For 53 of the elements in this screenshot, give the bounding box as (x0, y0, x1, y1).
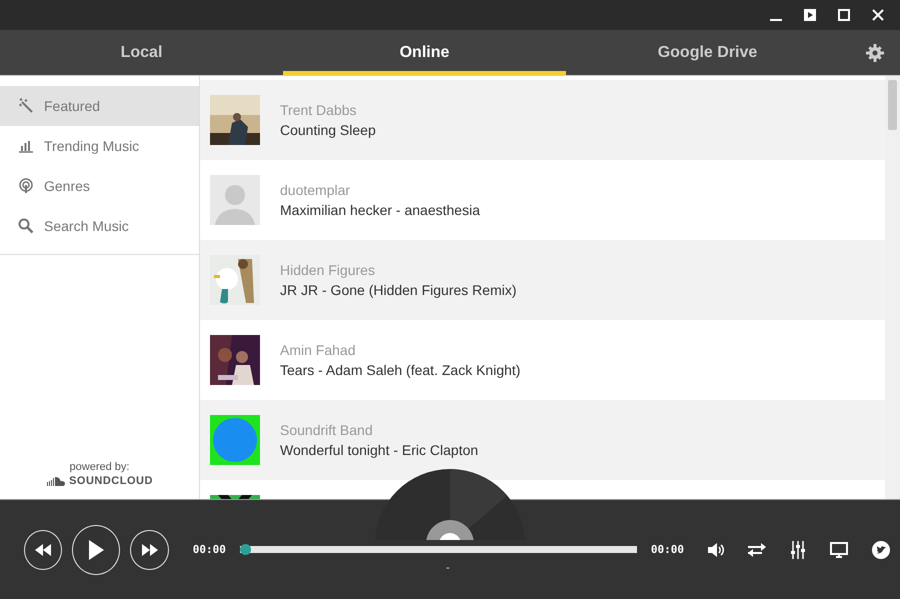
progress-slider[interactable] (240, 544, 637, 555)
repeat-icon (748, 542, 766, 556)
search-icon (18, 218, 34, 234)
fast-forward-icon (142, 544, 158, 556)
track-row[interactable]: Soundrift Band Wonderful tonight - Eric Clapton (200, 400, 885, 480)
artist-name: Trent Dabbs (280, 102, 358, 118)
track-title: Tears - Adam Saleh (feat. Zack Knight) (280, 362, 520, 378)
artist-name: Soundrift Band (280, 422, 374, 438)
sidebar-item[interactable]: Search Music (0, 206, 199, 246)
equalizer-icon (790, 540, 806, 558)
sidebar-item[interactable]: Genres (0, 166, 199, 206)
duration-time: 00:00 (650, 543, 684, 556)
screen-button[interactable] (830, 542, 848, 558)
minimize-icon (770, 19, 782, 21)
share-button[interactable] (872, 540, 890, 558)
brand-name: SOUNDCLOUD (69, 475, 153, 487)
rewind-icon (35, 544, 52, 556)
equalizer-button[interactable] (790, 540, 806, 558)
track-title: Maximilian hecker - anaesthesia (280, 202, 480, 218)
repeat-button[interactable] (748, 542, 766, 556)
play-box-icon (804, 9, 816, 21)
tab[interactable]: Google Drive (566, 30, 849, 75)
track-row[interactable]: Hidden Figures JR JR - Gone (Hidden Figures Remix) (200, 240, 885, 320)
bar-chart-icon (18, 138, 34, 154)
fast-forward-button[interactable] (130, 530, 169, 570)
close-icon (872, 9, 884, 21)
progress-thumb[interactable] (240, 544, 251, 555)
rewind-button[interactable] (24, 530, 62, 570)
track-row[interactable]: Trent Dabbs Counting Sleep (200, 80, 885, 160)
artist-name: Amin Fahad (280, 342, 356, 358)
track-title: Counting Sleep (280, 122, 376, 138)
play-icon (88, 540, 104, 560)
track-title: JR JR - Gone (Hidden Figures Remix) (280, 282, 517, 298)
now-playing-title: - (446, 562, 450, 574)
powered-by-label: powered by: (70, 461, 130, 473)
broadcast-icon (18, 178, 34, 194)
track-title: Wonderful tonight - Eric Clapton (280, 442, 478, 458)
maximize-icon (838, 9, 850, 21)
settings-icon[interactable] (866, 44, 884, 62)
scrollbar-thumb[interactable] (888, 80, 897, 130)
tab[interactable]: Local (0, 30, 283, 75)
cloud-icon (46, 476, 66, 486)
wand-icon (18, 98, 34, 114)
sidebar-item[interactable]: Trending Music (0, 126, 199, 166)
volume-icon (708, 542, 724, 556)
artist-name: duotemplar (280, 182, 352, 198)
elapsed-time: 00:00 (192, 543, 226, 556)
tab[interactable]: Online (283, 30, 566, 75)
monitor-icon (830, 542, 848, 558)
volume-button[interactable] (708, 542, 724, 556)
artist-name: Hidden Figures (280, 262, 376, 278)
play-button[interactable] (72, 524, 120, 574)
bird-icon (872, 540, 890, 558)
